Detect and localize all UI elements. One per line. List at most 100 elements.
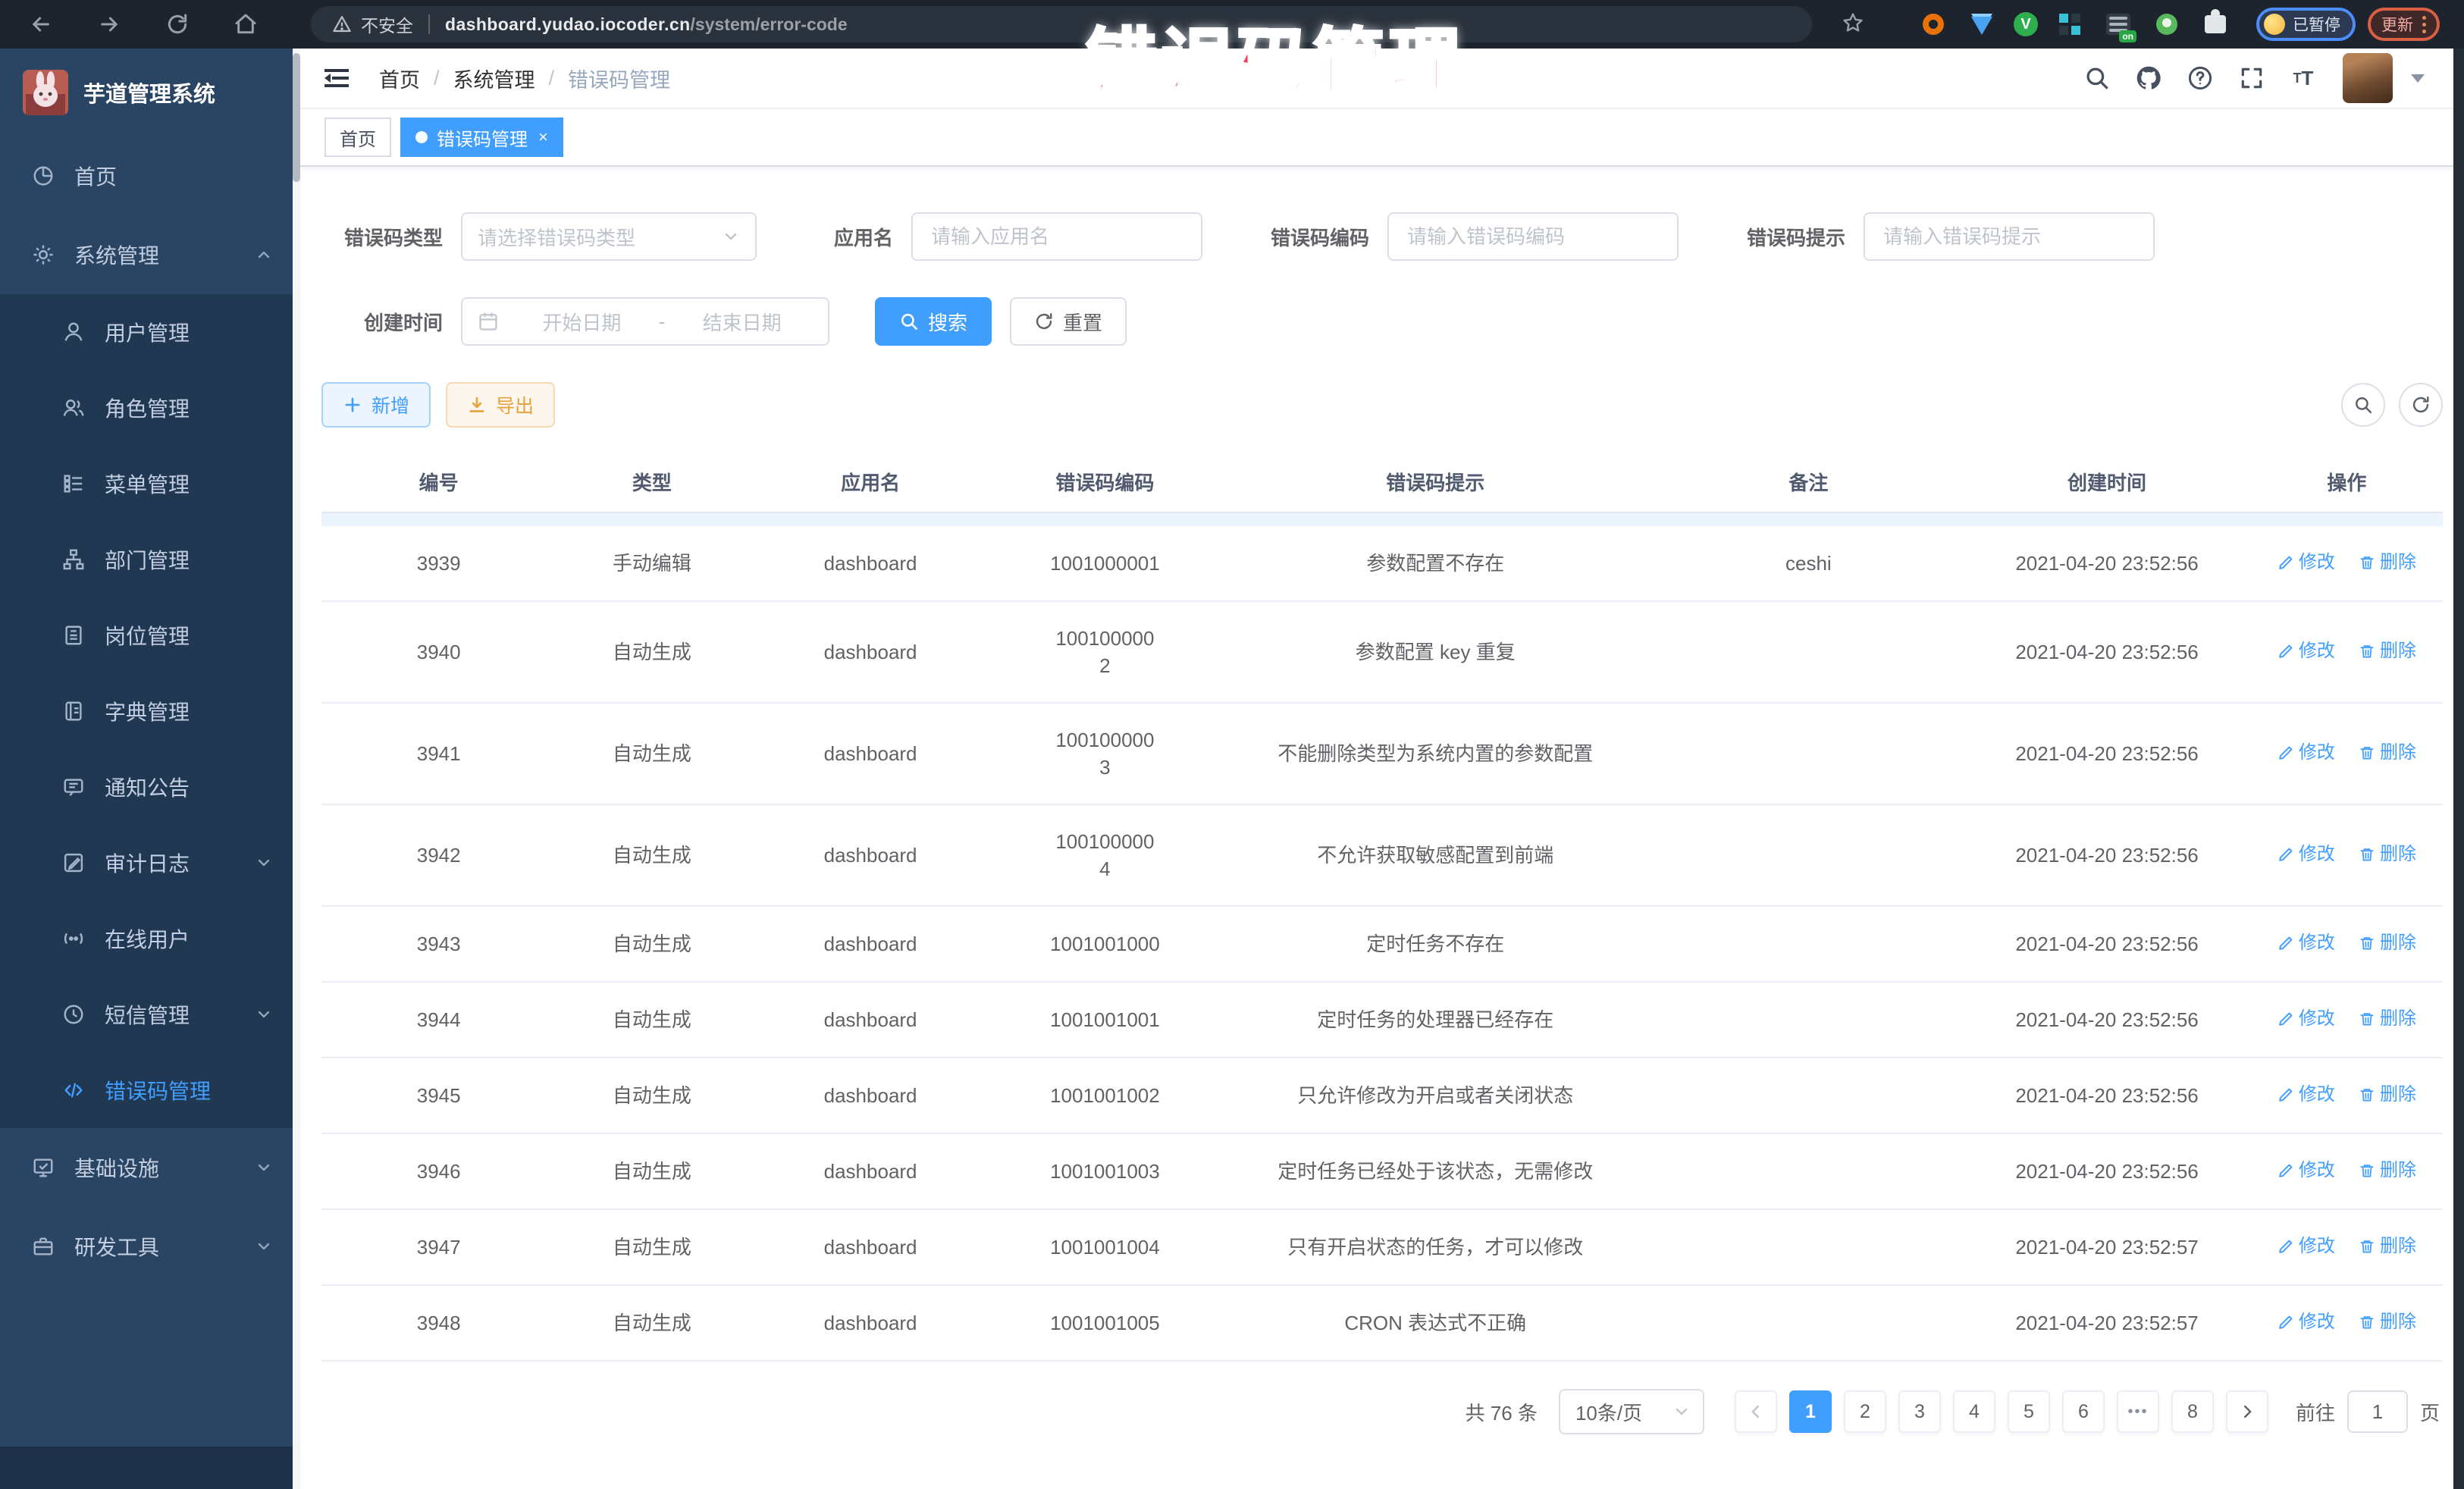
sidebar-item-sms[interactable]: 短信管理	[0, 976, 300, 1052]
home-icon[interactable]	[229, 8, 262, 41]
sidebar-item-home[interactable]: 首页	[0, 136, 300, 215]
extension-icon-grid[interactable]	[2053, 8, 2086, 41]
sidebar-collapse-icon[interactable]	[321, 63, 352, 93]
extension-icon-list[interactable]: on	[2102, 8, 2135, 41]
app-name-input[interactable]	[911, 212, 1202, 261]
error-code-input[interactable]	[1387, 212, 1679, 261]
page-button-1[interactable]: 1	[1789, 1390, 1832, 1433]
edit-link[interactable]: 修改	[2277, 1233, 2335, 1260]
delete-link[interactable]: 删除	[2359, 1081, 2416, 1108]
next-page-button[interactable]	[2226, 1390, 2268, 1433]
page-button-8[interactable]: 8	[2171, 1390, 2214, 1433]
bookmark-star-icon[interactable]	[1841, 11, 1868, 38]
delete-link[interactable]: 删除	[2359, 929, 2416, 957]
sidebar-scrollbar[interactable]	[293, 49, 300, 1489]
add-button[interactable]: 新增	[321, 382, 431, 428]
page-button-5[interactable]: 5	[2008, 1390, 2050, 1433]
edit-link[interactable]: 修改	[2277, 739, 2335, 766]
extension-icon-green-check[interactable]: V	[2014, 12, 2038, 36]
refresh-table-button[interactable]	[2399, 383, 2443, 427]
sidebar-item-roles[interactable]: 角色管理	[0, 370, 300, 446]
edit-link[interactable]: 修改	[2277, 1081, 2335, 1108]
app-logo-row[interactable]: 芋道管理系统	[0, 49, 300, 136]
toggle-search-button[interactable]	[2341, 383, 2385, 427]
breadcrumb-home[interactable]: 首页	[379, 64, 420, 93]
more-pages-button[interactable]: •••	[2117, 1390, 2159, 1433]
tab-home[interactable]: 首页	[324, 118, 391, 157]
delete-link[interactable]: 删除	[2359, 841, 2416, 868]
delete-link[interactable]: 删除	[2359, 739, 2416, 766]
browser-menu-icon[interactable]	[2422, 14, 2426, 35]
extension-icon-puzzle[interactable]	[2199, 8, 2232, 41]
sidebar-item-dictionary[interactable]: 字典管理	[0, 673, 300, 749]
delete-link[interactable]: 删除	[2359, 638, 2416, 665]
extension-icon-gem[interactable]	[1965, 8, 1998, 41]
sidebar-item-announcements[interactable]: 通知公告	[0, 749, 300, 825]
sidebar-item-error-code[interactable]: 错误码管理	[0, 1052, 300, 1128]
error-type-select[interactable]: 请选择错误码类型	[461, 212, 757, 261]
help-icon[interactable]	[2185, 63, 2215, 93]
search-button[interactable]: 搜索	[875, 297, 992, 346]
reset-button[interactable]: 重置	[1010, 297, 1127, 346]
sidebar-item-posts[interactable]: 岗位管理	[0, 597, 300, 673]
table-row[interactable]: 3946 自动生成 dashboard 1001001003 定时任务已经处于该…	[321, 1133, 2443, 1209]
page-size-select[interactable]: 10条/页	[1559, 1389, 1704, 1434]
edit-link[interactable]: 修改	[2277, 1157, 2335, 1184]
table-row[interactable]: 3948 自动生成 dashboard 1001001005 CRON 表达式不…	[321, 1285, 2443, 1361]
page-button-4[interactable]: 4	[1953, 1390, 1995, 1433]
table-row[interactable]: 3940 自动生成 dashboard 100100000 2 参数配置 key…	[321, 601, 2443, 703]
error-msg-input[interactable]	[1864, 212, 2155, 261]
edit-link[interactable]: 修改	[2277, 1309, 2335, 1336]
page-scrollbar[interactable]	[2453, 49, 2464, 1489]
edit-link[interactable]: 修改	[2277, 549, 2335, 576]
delete-link[interactable]: 删除	[2359, 1157, 2416, 1184]
date-range-picker[interactable]: 开始日期 - 结束日期	[461, 297, 829, 346]
user-menu-caret-icon[interactable]	[2411, 74, 2425, 83]
github-icon[interactable]	[2133, 63, 2164, 93]
sidebar-item-dev-tools[interactable]: 研发工具	[0, 1207, 300, 1286]
sidebar-item-users[interactable]: 用户管理	[0, 294, 300, 370]
user-avatar[interactable]	[2343, 53, 2393, 103]
extension-icon-orange[interactable]	[1917, 8, 1950, 41]
browser-profile-chip[interactable]: 已暂停	[2256, 8, 2356, 41]
font-size-icon[interactable]: TT	[2288, 63, 2318, 93]
delete-link[interactable]: 删除	[2359, 1005, 2416, 1033]
delete-link[interactable]: 删除	[2359, 1233, 2416, 1260]
address-bar[interactable]: 不安全 dashboard.yudao.iocoder.cn/system/er…	[311, 6, 1812, 42]
prev-page-button[interactable]	[1735, 1390, 1777, 1433]
table-row[interactable]: 3939 手动编辑 dashboard 1001000001 参数配置不存在 c…	[321, 526, 2443, 601]
edit-link[interactable]: 修改	[2277, 1005, 2335, 1033]
table-row[interactable]: 3947 自动生成 dashboard 1001001004 只有开启状态的任务…	[321, 1209, 2443, 1285]
fullscreen-icon[interactable]	[2237, 63, 2267, 93]
sidebar-item-system[interactable]: 系统管理	[0, 215, 300, 294]
page-button-6[interactable]: 6	[2062, 1390, 2105, 1433]
browser-update-button[interactable]: 更新	[2368, 8, 2440, 41]
page-button-3[interactable]: 3	[1898, 1390, 1941, 1433]
forward-icon[interactable]	[92, 8, 126, 41]
table-row[interactable]: 3942 自动生成 dashboard 100100000 4 不允许获取敏感配…	[321, 804, 2443, 906]
header-search-icon[interactable]	[2082, 63, 2112, 93]
edit-link[interactable]: 修改	[2277, 841, 2335, 868]
sidebar-item-online-users[interactable]: 在线用户	[0, 901, 300, 976]
tab-error-code[interactable]: 错误码管理 ×	[400, 118, 563, 157]
edit-link[interactable]: 修改	[2277, 638, 2335, 665]
tab-close-icon[interactable]: ×	[538, 127, 548, 147]
breadcrumb-system[interactable]: 系统管理	[453, 64, 535, 93]
goto-page-input[interactable]	[2347, 1390, 2408, 1433]
sidebar-item-departments[interactable]: 部门管理	[0, 522, 300, 597]
export-button[interactable]: 导出	[446, 382, 555, 428]
reload-icon[interactable]	[161, 8, 194, 41]
edit-link[interactable]: 修改	[2277, 929, 2335, 957]
delete-link[interactable]: 删除	[2359, 1309, 2416, 1336]
delete-link[interactable]: 删除	[2359, 549, 2416, 576]
table-row[interactable]: 3944 自动生成 dashboard 1001001001 定时任务的处理器已…	[321, 982, 2443, 1058]
sidebar-item-infrastructure[interactable]: 基础设施	[0, 1128, 300, 1207]
back-icon[interactable]	[24, 8, 58, 41]
sidebar-item-audit-log[interactable]: 审计日志	[0, 825, 300, 901]
sidebar-item-menus[interactable]: 菜单管理	[0, 446, 300, 522]
table-row[interactable]: 3943 自动生成 dashboard 1001001000 定时任务不存在 2…	[321, 906, 2443, 982]
table-row[interactable]: 3941 自动生成 dashboard 100100000 3 不能删除类型为系…	[321, 703, 2443, 804]
extension-icon-person[interactable]	[2150, 8, 2183, 41]
page-button-2[interactable]: 2	[1844, 1390, 1886, 1433]
table-row[interactable]: 3945 自动生成 dashboard 1001001002 只允许修改为开启或…	[321, 1058, 2443, 1133]
